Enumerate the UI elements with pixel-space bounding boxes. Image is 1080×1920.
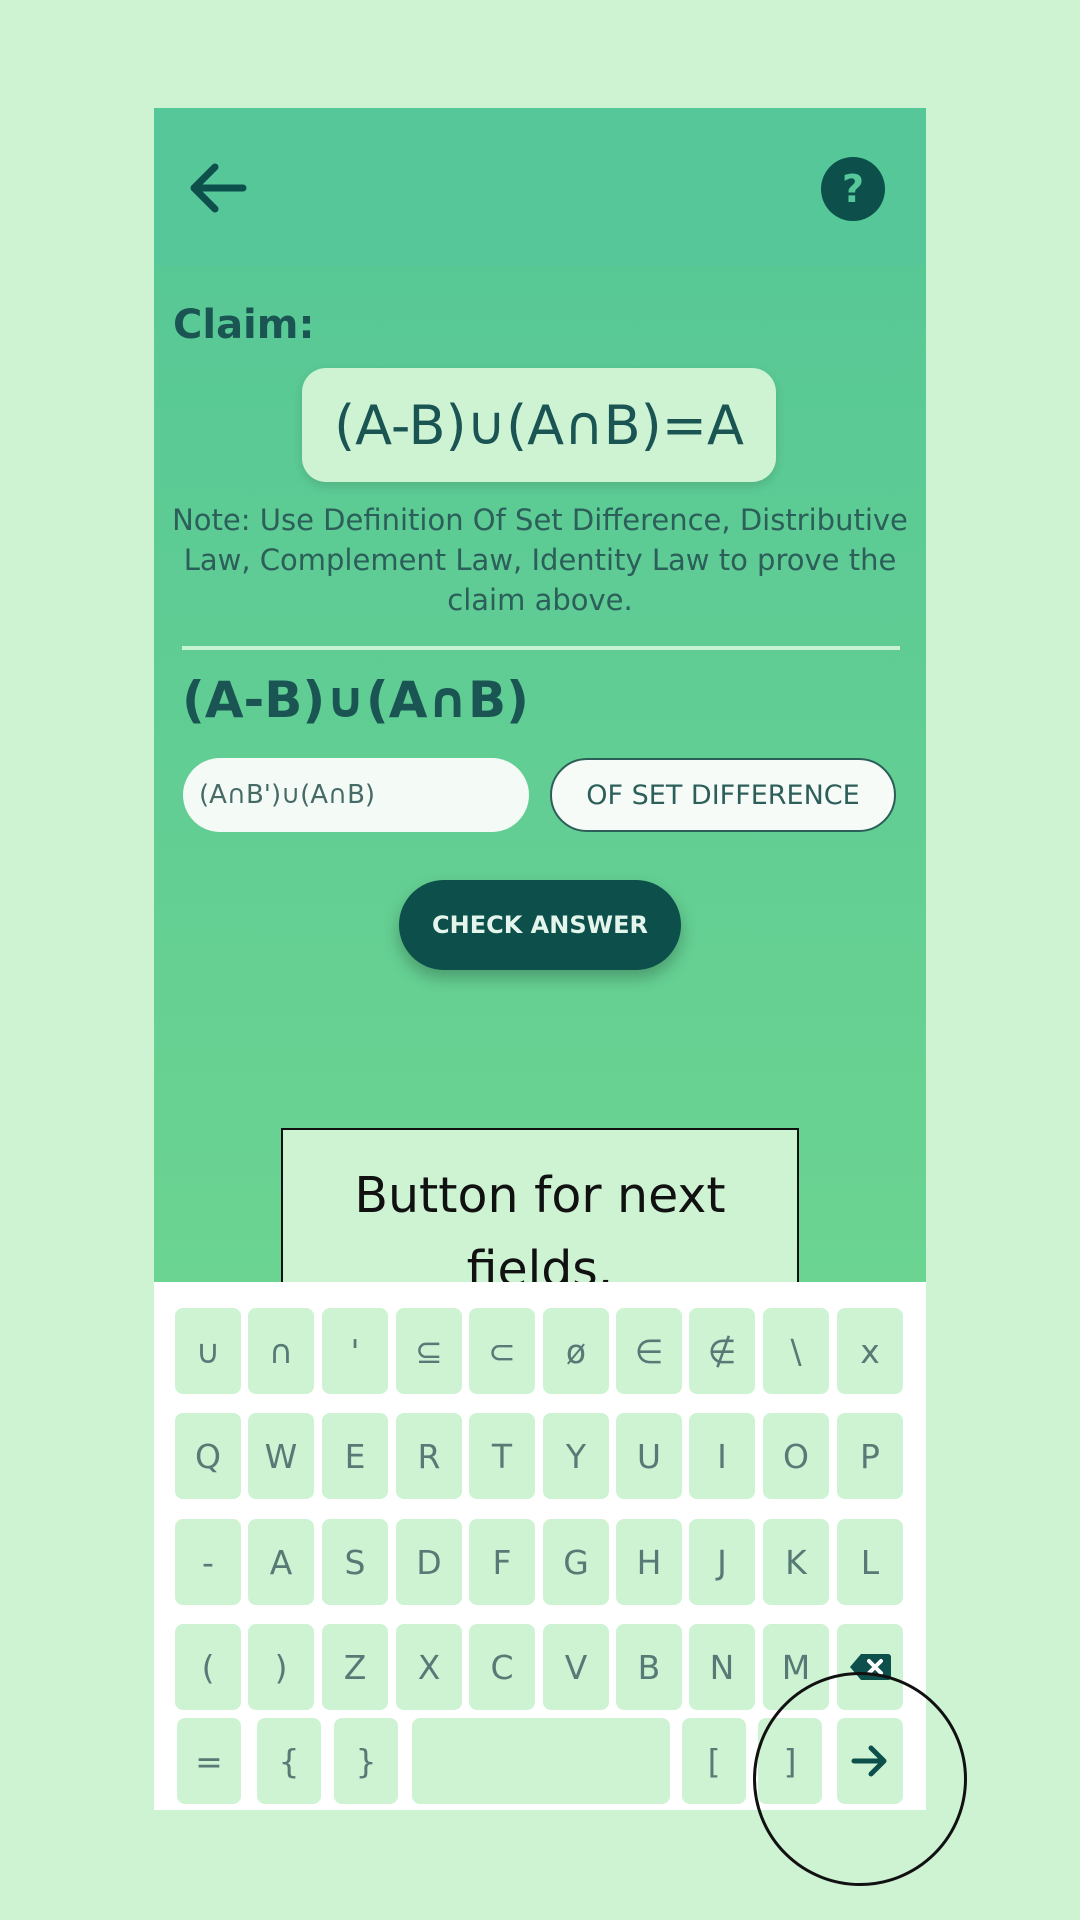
arrow-left-icon: [190, 163, 247, 213]
key[interactable]: Z: [322, 1624, 388, 1710]
key[interactable]: }: [334, 1718, 398, 1804]
key[interactable]: ∪: [175, 1308, 241, 1394]
key[interactable]: L: [837, 1519, 903, 1605]
key[interactable]: O: [763, 1413, 829, 1499]
key[interactable]: Q: [175, 1413, 241, 1499]
key[interactable]: ∉: [689, 1308, 755, 1394]
key[interactable]: \: [763, 1308, 829, 1394]
key[interactable]: ø: [543, 1308, 609, 1394]
key[interactable]: J: [689, 1519, 755, 1605]
key[interactable]: U: [616, 1413, 682, 1499]
key[interactable]: Y: [543, 1413, 609, 1499]
key[interactable]: {: [257, 1718, 321, 1804]
step-expression: (A-B)∪(A∩B): [182, 671, 529, 729]
key[interactable]: I: [689, 1413, 755, 1499]
key[interactable]: B: [616, 1624, 682, 1710]
key[interactable]: x: [837, 1308, 903, 1394]
key[interactable]: -: [175, 1519, 241, 1605]
help-button[interactable]: ?: [821, 157, 885, 221]
key[interactable]: C: [469, 1624, 535, 1710]
law-select[interactable]: OF SET DIFFERENCE: [550, 758, 896, 832]
key[interactable]: H: [616, 1519, 682, 1605]
key[interactable]: =: [177, 1718, 241, 1804]
key[interactable]: ∩: [248, 1308, 314, 1394]
claim-label: Claim:: [173, 302, 315, 348]
key[interactable]: V: [543, 1624, 609, 1710]
key[interactable]: E: [322, 1413, 388, 1499]
key[interactable]: X: [396, 1624, 462, 1710]
answer-input[interactable]: [183, 758, 529, 832]
key[interactable]: P: [837, 1413, 903, 1499]
proof-panel: Claim: (A-B)∪(A∩B)=A Note: Use Definitio…: [154, 266, 926, 1390]
key[interactable]: T: [469, 1413, 535, 1499]
key[interactable]: D: [396, 1519, 462, 1605]
app-bar: ?: [154, 108, 926, 266]
key[interactable]: N: [689, 1624, 755, 1710]
key[interactable]: [: [682, 1718, 746, 1804]
key[interactable]: ⊆: [396, 1308, 462, 1394]
key[interactable]: ': [322, 1308, 388, 1394]
key[interactable]: K: [763, 1519, 829, 1605]
annotation-circle: [753, 1672, 967, 1886]
key[interactable]: ): [248, 1624, 314, 1710]
space-key[interactable]: [412, 1718, 670, 1804]
key[interactable]: ∈: [616, 1308, 682, 1394]
check-answer-button[interactable]: CHECK ANSWER: [399, 880, 681, 970]
claim-expression: (A-B)∪(A∩B)=A: [302, 368, 776, 482]
claim-note: Note: Use Definition Of Set Difference, …: [172, 503, 908, 617]
key[interactable]: ⊂: [469, 1308, 535, 1394]
divider: [182, 646, 900, 650]
key[interactable]: S: [322, 1519, 388, 1605]
key[interactable]: (: [175, 1624, 241, 1710]
key[interactable]: A: [248, 1519, 314, 1605]
app-screen: ? Claim: (A-B)∪(A∩B)=A Note: Use Definit…: [154, 108, 926, 1810]
back-button[interactable]: [184, 158, 250, 218]
key[interactable]: F: [469, 1519, 535, 1605]
key[interactable]: R: [396, 1413, 462, 1499]
key[interactable]: G: [543, 1519, 609, 1605]
help-icon: ?: [841, 167, 865, 211]
key[interactable]: W: [248, 1413, 314, 1499]
